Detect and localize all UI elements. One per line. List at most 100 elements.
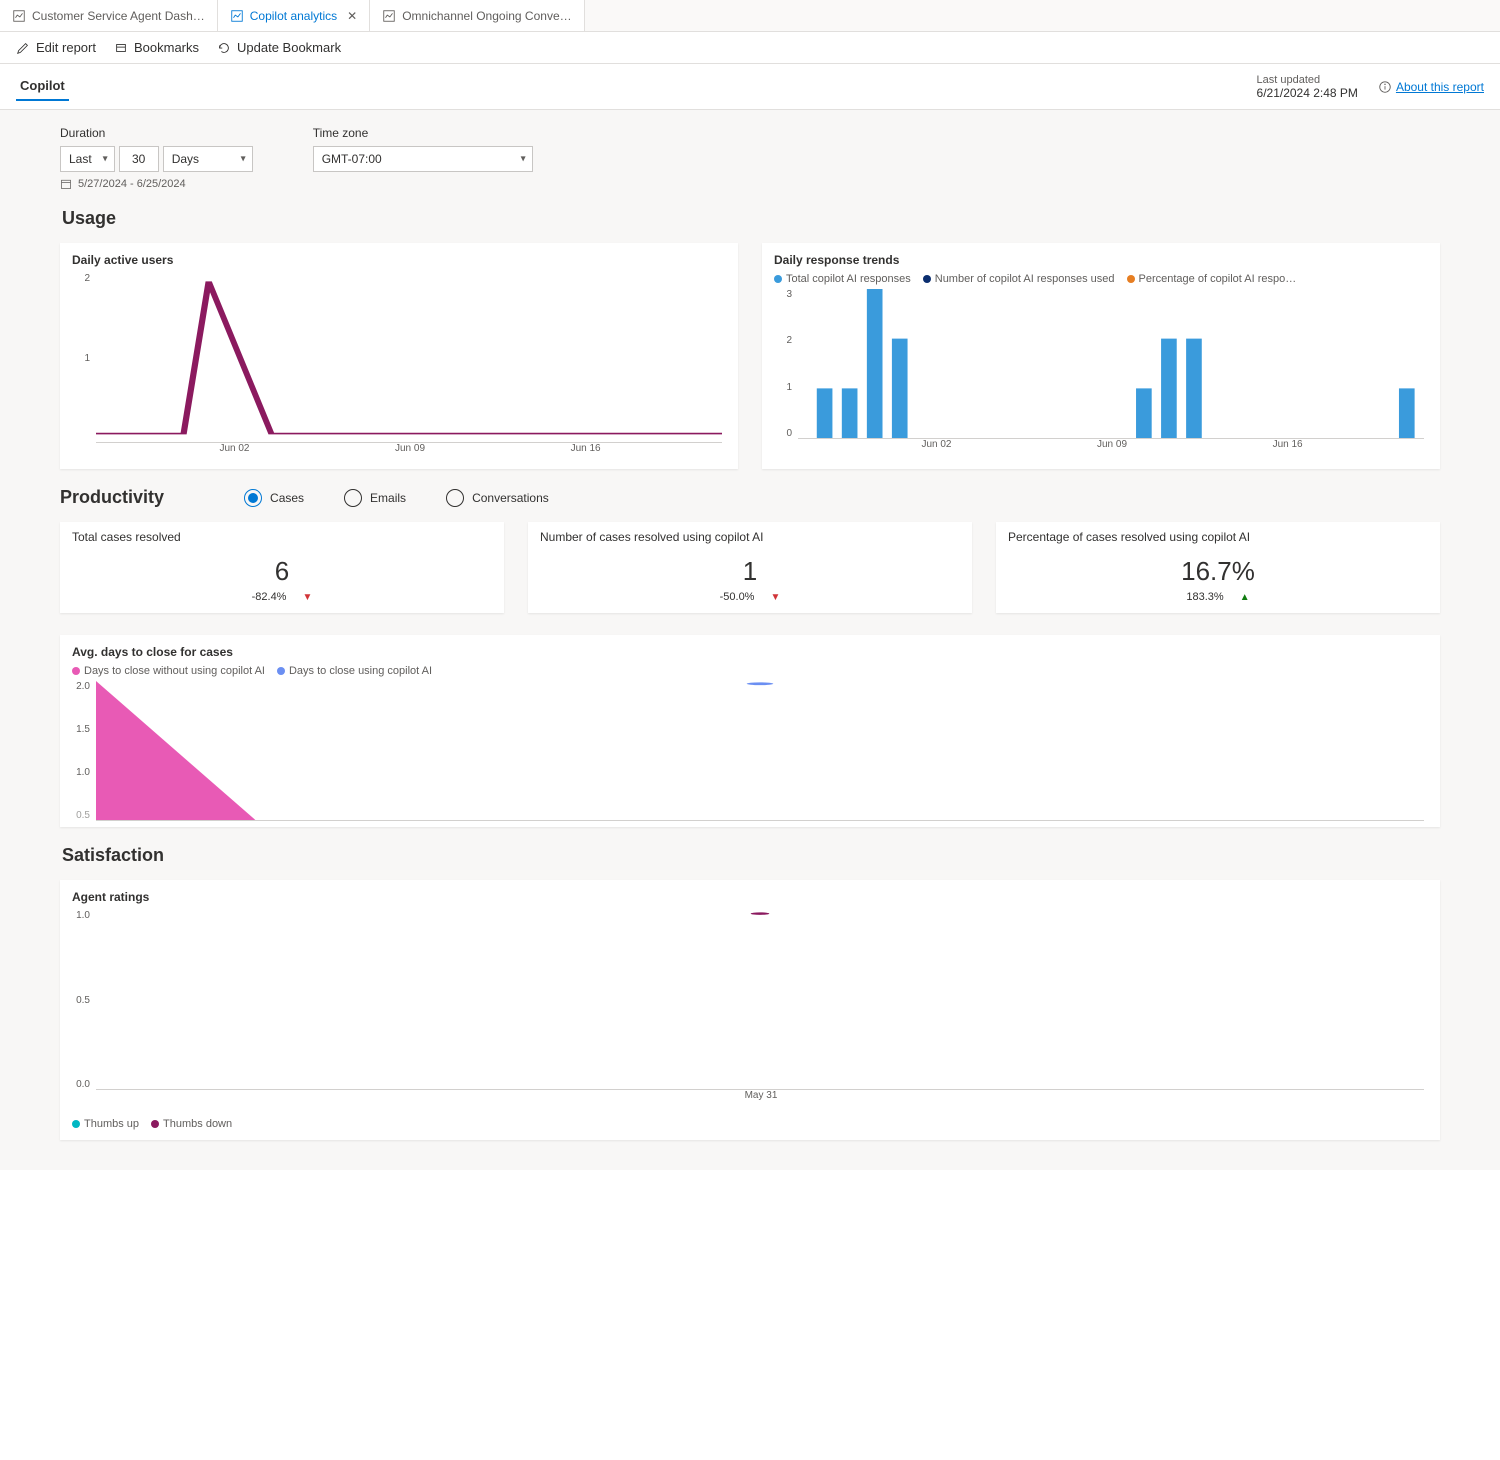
trend-down-icon: ▼ [302, 592, 312, 603]
tab-label: Omnichannel Ongoing Conve… [402, 9, 571, 23]
last-updated: Last updated 6/21/2024 2:48 PM [1257, 74, 1358, 100]
timezone-label: Time zone [313, 126, 533, 140]
report-subheader: Copilot Last updated 6/21/2024 2:48 PM A… [0, 64, 1500, 110]
legend-swatch [72, 667, 80, 675]
y-axis: 3210 [774, 289, 796, 439]
chart-title: Daily active users [72, 253, 726, 267]
card-daily-response-trends: Daily response trends Total copilot AI r… [762, 243, 1440, 469]
radio-icon [244, 489, 262, 507]
duration-number-input[interactable]: 30 [119, 146, 159, 172]
report-page-tab-copilot[interactable]: Copilot [16, 72, 69, 101]
legend-item: Percentage of copilot AI respo… [1127, 273, 1297, 285]
card-daily-active-users: Daily active users 210 Jun 02Jun 09Jun 1… [60, 243, 738, 469]
chart-agent-ratings[interactable]: 1.00.50.0 May 31 [72, 910, 1428, 1110]
legend-swatch [151, 1120, 159, 1128]
chart-daily-response-trends[interactable]: 3210 Jun 02Jun 09Jun 16 [774, 289, 1428, 459]
area-plot [96, 681, 1424, 820]
section-title-usage: Usage [62, 208, 1440, 229]
card-agent-ratings: Agent ratings 1.00.50.0 May 31 Thumbs up… [60, 880, 1440, 1140]
button-label: Update Bookmark [237, 40, 341, 55]
pencil-icon [16, 41, 30, 55]
select-value: Last [69, 152, 92, 166]
radio-label: Emails [370, 491, 406, 505]
chart-daily-active-users[interactable]: 210 Jun 02Jun 09Jun 16 [72, 273, 726, 463]
update-bookmark-button[interactable]: Update Bookmark [217, 40, 341, 55]
report-icon [12, 9, 26, 23]
duration-unit-select[interactable]: Days ▾ [163, 146, 253, 172]
report-icon [382, 9, 396, 23]
legend-item: Thumbs up [72, 1118, 139, 1130]
card-avg-days-to-close: Avg. days to close for cases Days to clo… [60, 635, 1440, 827]
tab-omnichannel-ongoing[interactable]: Omnichannel Ongoing Conve… [370, 0, 584, 31]
tab-copilot-analytics[interactable]: Copilot analytics ✕ [218, 0, 370, 31]
date-range: 5/27/2024 - 6/25/2024 [60, 178, 253, 190]
kpi-delta: -50.0% ▼ [540, 591, 960, 603]
y-axis: 210 [72, 273, 94, 443]
legend-item: Days to close without using copilot AI [72, 665, 265, 677]
kpi-cases-resolved-copilot: Number of cases resolved using copilot A… [528, 522, 972, 613]
report-icon [230, 9, 244, 23]
chart-legend: Thumbs up Thumbs down [72, 1118, 1428, 1130]
document-tabs: Customer Service Agent Dash… Copilot ana… [0, 0, 1500, 32]
about-this-report-link[interactable]: About this report [1378, 80, 1484, 94]
kpi-delta: -82.4% ▼ [72, 591, 492, 603]
duration-label: Duration [60, 126, 253, 140]
info-icon [1378, 80, 1392, 94]
kpi-pct-cases-resolved-copilot: Percentage of cases resolved using copil… [996, 522, 1440, 613]
timezone-filter: Time zone GMT-07:00 ▾ [313, 126, 533, 190]
tab-label: Customer Service Agent Dash… [32, 9, 205, 23]
timezone-select[interactable]: GMT-07:00 ▾ [313, 146, 533, 172]
chart-title: Agent ratings [72, 890, 1428, 904]
bookmark-icon [114, 41, 128, 55]
line-plot [96, 273, 722, 442]
duration-mode-select[interactable]: Last ▾ [60, 146, 115, 172]
toolbar: Edit report Bookmarks Update Bookmark [0, 32, 1500, 64]
scatter-plot [96, 910, 1424, 1089]
section-title-productivity: Productivity [60, 487, 164, 508]
radio-label: Conversations [472, 491, 549, 505]
y-axis: 2.01.51.00.5 [72, 681, 94, 821]
kpi-total-cases-resolved: Total cases resolved 6 -82.4% ▼ [60, 522, 504, 613]
kpi-delta: 183.3% ▲ [1008, 591, 1428, 603]
trend-up-icon: ▲ [1240, 592, 1250, 603]
calendar-icon [60, 178, 72, 190]
radio-icon [344, 489, 362, 507]
legend-swatch [923, 275, 931, 283]
chart-title: Daily response trends [774, 253, 1428, 267]
filter-bar: Duration Last ▾ 30 Days ▾ 5/27/2024 - 6/… [60, 126, 1440, 190]
legend-item: Number of copilot AI responses used [923, 273, 1115, 285]
duration-filter: Duration Last ▾ 30 Days ▾ 5/27/2024 - 6/… [60, 126, 253, 190]
legend-item: Thumbs down [151, 1118, 232, 1130]
kpi-title: Number of cases resolved using copilot A… [540, 530, 960, 544]
radio-icon [446, 489, 464, 507]
close-icon[interactable]: ✕ [347, 9, 357, 23]
y-axis: 1.00.50.0 [72, 910, 94, 1090]
link-label: About this report [1396, 80, 1484, 94]
chevron-down-icon: ▾ [521, 154, 526, 165]
productivity-header: Productivity Cases Emails Conversations [60, 487, 1440, 508]
chevron-down-icon: ▾ [241, 154, 246, 165]
tab-customer-service-dashboard[interactable]: Customer Service Agent Dash… [0, 0, 218, 31]
kpi-value: 6 [72, 556, 492, 587]
radio-emails[interactable]: Emails [344, 489, 406, 507]
x-axis: Jun 02Jun 09Jun 16 [94, 443, 726, 463]
chart-legend: Total copilot AI responses Number of cop… [774, 273, 1428, 285]
section-title-satisfaction: Satisfaction [62, 845, 1440, 866]
edit-report-button[interactable]: Edit report [16, 40, 96, 55]
bookmarks-button[interactable]: Bookmarks [114, 40, 199, 55]
input-value: 30 [132, 152, 145, 166]
kpi-value: 16.7% [1008, 556, 1428, 587]
kpi-value: 1 [540, 556, 960, 587]
legend-item: Total copilot AI responses [774, 273, 911, 285]
last-updated-label: Last updated [1257, 74, 1358, 86]
chart-legend: Days to close without using copilot AI D… [72, 665, 1428, 677]
select-value: GMT-07:00 [322, 152, 382, 166]
tab-label: Copilot analytics [250, 9, 337, 23]
date-range-text: 5/27/2024 - 6/25/2024 [78, 178, 186, 190]
radio-label: Cases [270, 491, 304, 505]
kpi-title: Percentage of cases resolved using copil… [1008, 530, 1428, 544]
chart-avg-days-to-close[interactable]: 2.01.51.00.5 [72, 681, 1428, 821]
select-value: Days [172, 152, 199, 166]
radio-conversations[interactable]: Conversations [446, 489, 549, 507]
radio-cases[interactable]: Cases [244, 489, 304, 507]
